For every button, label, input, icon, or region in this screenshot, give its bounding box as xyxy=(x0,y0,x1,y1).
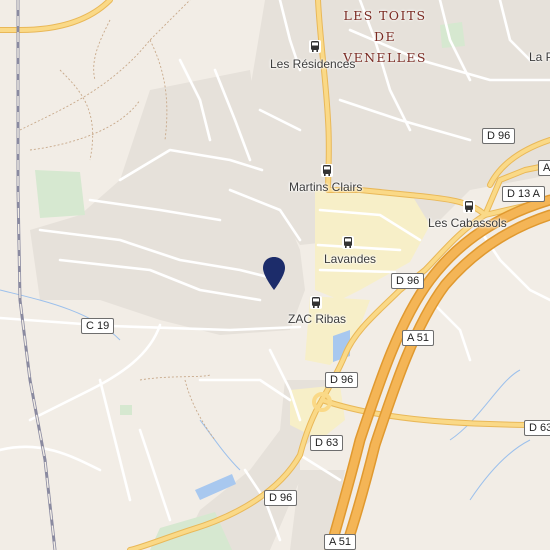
road-shield-a: A xyxy=(538,160,550,176)
road-shield-a51: A 51 xyxy=(402,330,435,346)
bus-stop-icon[interactable] xyxy=(342,236,354,249)
bus-stop-icon[interactable] xyxy=(463,200,475,213)
road-shield-d96: D 96 xyxy=(391,273,425,289)
place-label-partial: La P xyxy=(529,50,550,64)
place-label-lavandes: Lavandes xyxy=(324,252,377,266)
road-shield-a51: A 51 xyxy=(324,534,357,550)
place-label-zac-ribas: ZAC Ribas xyxy=(288,312,347,326)
place-label-martins-clairs: Martins Clairs xyxy=(289,180,363,194)
bus-stop-icon[interactable] xyxy=(321,164,333,177)
location-pin-icon[interactable] xyxy=(261,256,287,292)
bus-stop-icon[interactable] xyxy=(309,40,321,53)
road-shield-c19: C 19 xyxy=(81,318,115,334)
road-shield-d13a: D 13 A xyxy=(502,186,546,202)
road-shield-d96: D 96 xyxy=(325,372,359,388)
road-shield-d96: D 96 xyxy=(482,128,516,144)
road-shield-d96: D 96 xyxy=(264,490,298,506)
place-label-les-cabassols: Les Cabassols xyxy=(428,216,507,230)
district-label-line1: LES TOITS DE xyxy=(343,8,427,44)
road-shield-d63: D 63 xyxy=(310,435,344,451)
place-label-les-residences: Les Résidences xyxy=(270,57,356,71)
road-shield-d63: D 63 xyxy=(524,420,550,436)
map-canvas[interactable]: LES TOITS DE VENELLES La P Les Résidence… xyxy=(0,0,550,550)
bus-stop-icon[interactable] xyxy=(310,296,322,309)
